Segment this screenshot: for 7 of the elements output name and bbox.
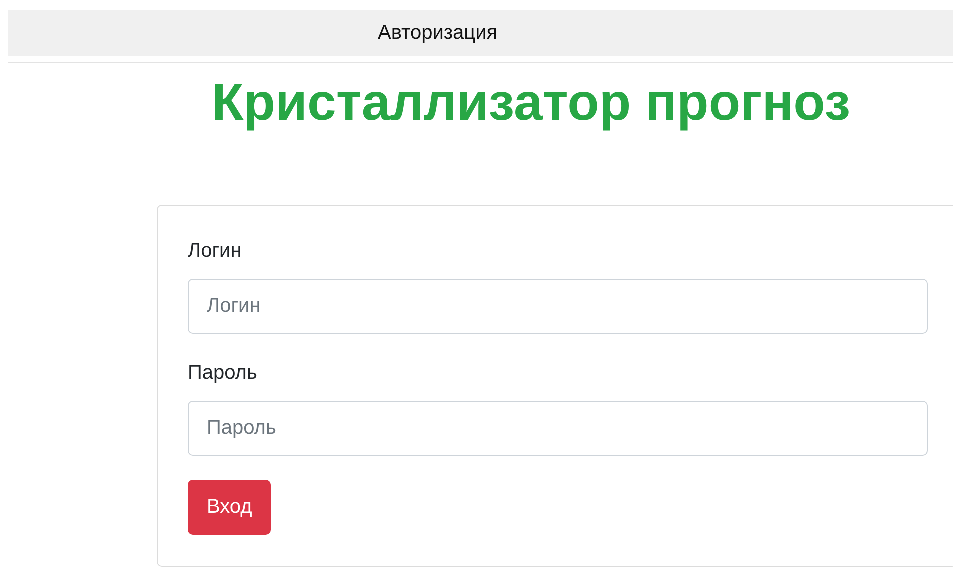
page-heading: Кристаллизатор прогноз bbox=[212, 73, 852, 134]
input-field[interactable]: Логин bbox=[188, 279, 928, 334]
login-button[interactable]: Вход bbox=[188, 480, 272, 535]
input-field[interactable]: Пароль bbox=[188, 401, 928, 456]
field-label: Пароль bbox=[188, 362, 258, 385]
header-title: Авторизация bbox=[378, 22, 498, 44]
field-label: Логин bbox=[188, 240, 243, 263]
